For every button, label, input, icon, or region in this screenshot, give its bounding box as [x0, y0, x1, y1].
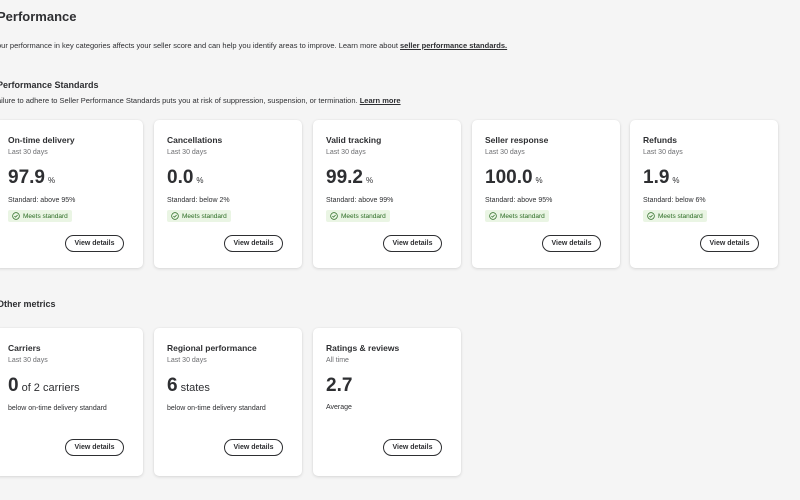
card-title: On-time delivery: [8, 135, 75, 145]
intro-body: our performance in key categories affect…: [0, 41, 400, 50]
metric-card-seller-response: Seller response Last 30 days 100.0% Stan…: [472, 120, 620, 268]
status-badge: Meets standard: [643, 210, 707, 222]
status-label: Meets standard: [23, 212, 68, 220]
card-period: Last 30 days: [8, 357, 48, 364]
value-unit: of 2 carriers: [21, 382, 80, 394]
status-label: Meets standard: [182, 212, 227, 220]
card-value: 0.0%: [167, 168, 289, 191]
view-details-button[interactable]: View details: [542, 235, 601, 252]
card-period: All time: [326, 357, 349, 364]
status-badge: Meets standard: [326, 210, 390, 222]
standards-section-title: Performance Standards: [0, 80, 99, 90]
metric-card-valid-tracking: Valid tracking Last 30 days 99.2% Standa…: [313, 120, 461, 268]
card-description: below on-time delivery standard: [8, 405, 107, 412]
card-period: Last 30 days: [167, 357, 207, 364]
value-unit: %: [47, 176, 56, 185]
intro-text: our performance in key categories affect…: [0, 41, 507, 50]
card-title: Refunds: [643, 135, 677, 145]
card-title: Regional performance: [167, 343, 257, 353]
learn-more-link[interactable]: Learn more: [360, 96, 401, 105]
metric-card-carriers: Carriers Last 30 days 0 of 2 carriers bel…: [0, 328, 143, 476]
metric-card-refunds: Refunds Last 30 days 1.9% Standard: belo…: [630, 120, 778, 268]
card-standard: Standard: above 95%: [8, 197, 76, 204]
value-number: 6: [167, 375, 178, 396]
card-title: Valid tracking: [326, 135, 382, 145]
metric-card-regional-performance: Regional performance Last 30 days 6 state…: [154, 328, 302, 476]
card-value: 97.9%: [8, 168, 130, 191]
view-details-button[interactable]: View details: [224, 439, 283, 456]
card-value: 2.7: [326, 376, 448, 397]
check-circle-icon: [12, 212, 20, 220]
status-label: Meets standard: [658, 212, 703, 220]
value-unit: states: [180, 382, 210, 394]
card-period: Last 30 days: [485, 149, 525, 156]
view-details-button[interactable]: View details: [700, 235, 759, 252]
value-number: 2.7: [326, 375, 353, 396]
view-details-button[interactable]: View details: [383, 439, 442, 456]
check-circle-icon: [647, 212, 655, 220]
value-number: 99.2: [326, 167, 363, 188]
card-value: 100.0%: [485, 168, 607, 191]
card-value: 1.9%: [643, 168, 765, 191]
card-standard: Standard: above 95%: [485, 197, 553, 204]
view-details-button[interactable]: View details: [383, 235, 442, 252]
card-title: Carriers: [8, 343, 41, 353]
card-value: 99.2%: [326, 168, 448, 191]
check-circle-icon: [489, 212, 497, 220]
value-number: 100.0: [485, 167, 533, 188]
card-standard: Standard: below 2%: [167, 197, 230, 204]
view-details-button[interactable]: View details: [65, 235, 124, 252]
value-number: 0: [8, 375, 19, 396]
card-value: 0 of 2 carriers: [8, 376, 130, 398]
metric-card-ratings-reviews: Ratings & reviews All time 2.7 Average V…: [313, 328, 461, 476]
card-title: Ratings & reviews: [326, 343, 400, 353]
metric-card-cancellations: Cancellations Last 30 days 0.0% Standard…: [154, 120, 302, 268]
value-number: 0.0: [167, 167, 194, 188]
card-title: Cancellations: [167, 135, 223, 145]
page-title: Performance: [0, 9, 77, 24]
card-period: Last 30 days: [8, 149, 48, 156]
card-period: Last 30 days: [167, 149, 207, 156]
status-label: Meets standard: [500, 212, 545, 220]
card-standard: Standard: above 99%: [326, 197, 394, 204]
value-unit: %: [535, 176, 543, 185]
view-details-button[interactable]: View details: [65, 439, 124, 456]
card-description: Average: [326, 404, 352, 411]
value-unit: %: [672, 176, 680, 185]
metric-card-on-time-delivery: On-time delivery Last 30 days 97.9% Stan…: [0, 120, 143, 268]
check-circle-icon: [330, 212, 338, 220]
standards-subtitle-text: ailure to adhere to Seller Performance S…: [0, 96, 358, 105]
standards-subtitle: ailure to adhere to Seller Performance S…: [0, 96, 401, 105]
status-label: Meets standard: [341, 212, 386, 220]
view-details-button[interactable]: View details: [224, 235, 283, 252]
card-period: Last 30 days: [326, 149, 366, 156]
status-badge: Meets standard: [167, 210, 231, 222]
value-unit: %: [365, 176, 374, 185]
status-badge: Meets standard: [8, 210, 72, 222]
seller-performance-standards-link[interactable]: seller performance standards.: [400, 41, 507, 50]
value-number: 97.9: [8, 167, 45, 188]
card-title: Seller response: [485, 135, 549, 145]
status-badge: Meets standard: [485, 210, 549, 222]
card-description: below on-time delivery standard: [167, 405, 266, 412]
card-period: Last 30 days: [643, 149, 683, 156]
check-circle-icon: [171, 212, 179, 220]
other-metrics-section-title: Other metrics: [0, 299, 56, 309]
value-unit: %: [196, 176, 204, 185]
card-standard: Standard: below 6%: [643, 197, 706, 204]
value-number: 1.9: [643, 167, 670, 188]
card-value: 6 states: [167, 376, 289, 398]
